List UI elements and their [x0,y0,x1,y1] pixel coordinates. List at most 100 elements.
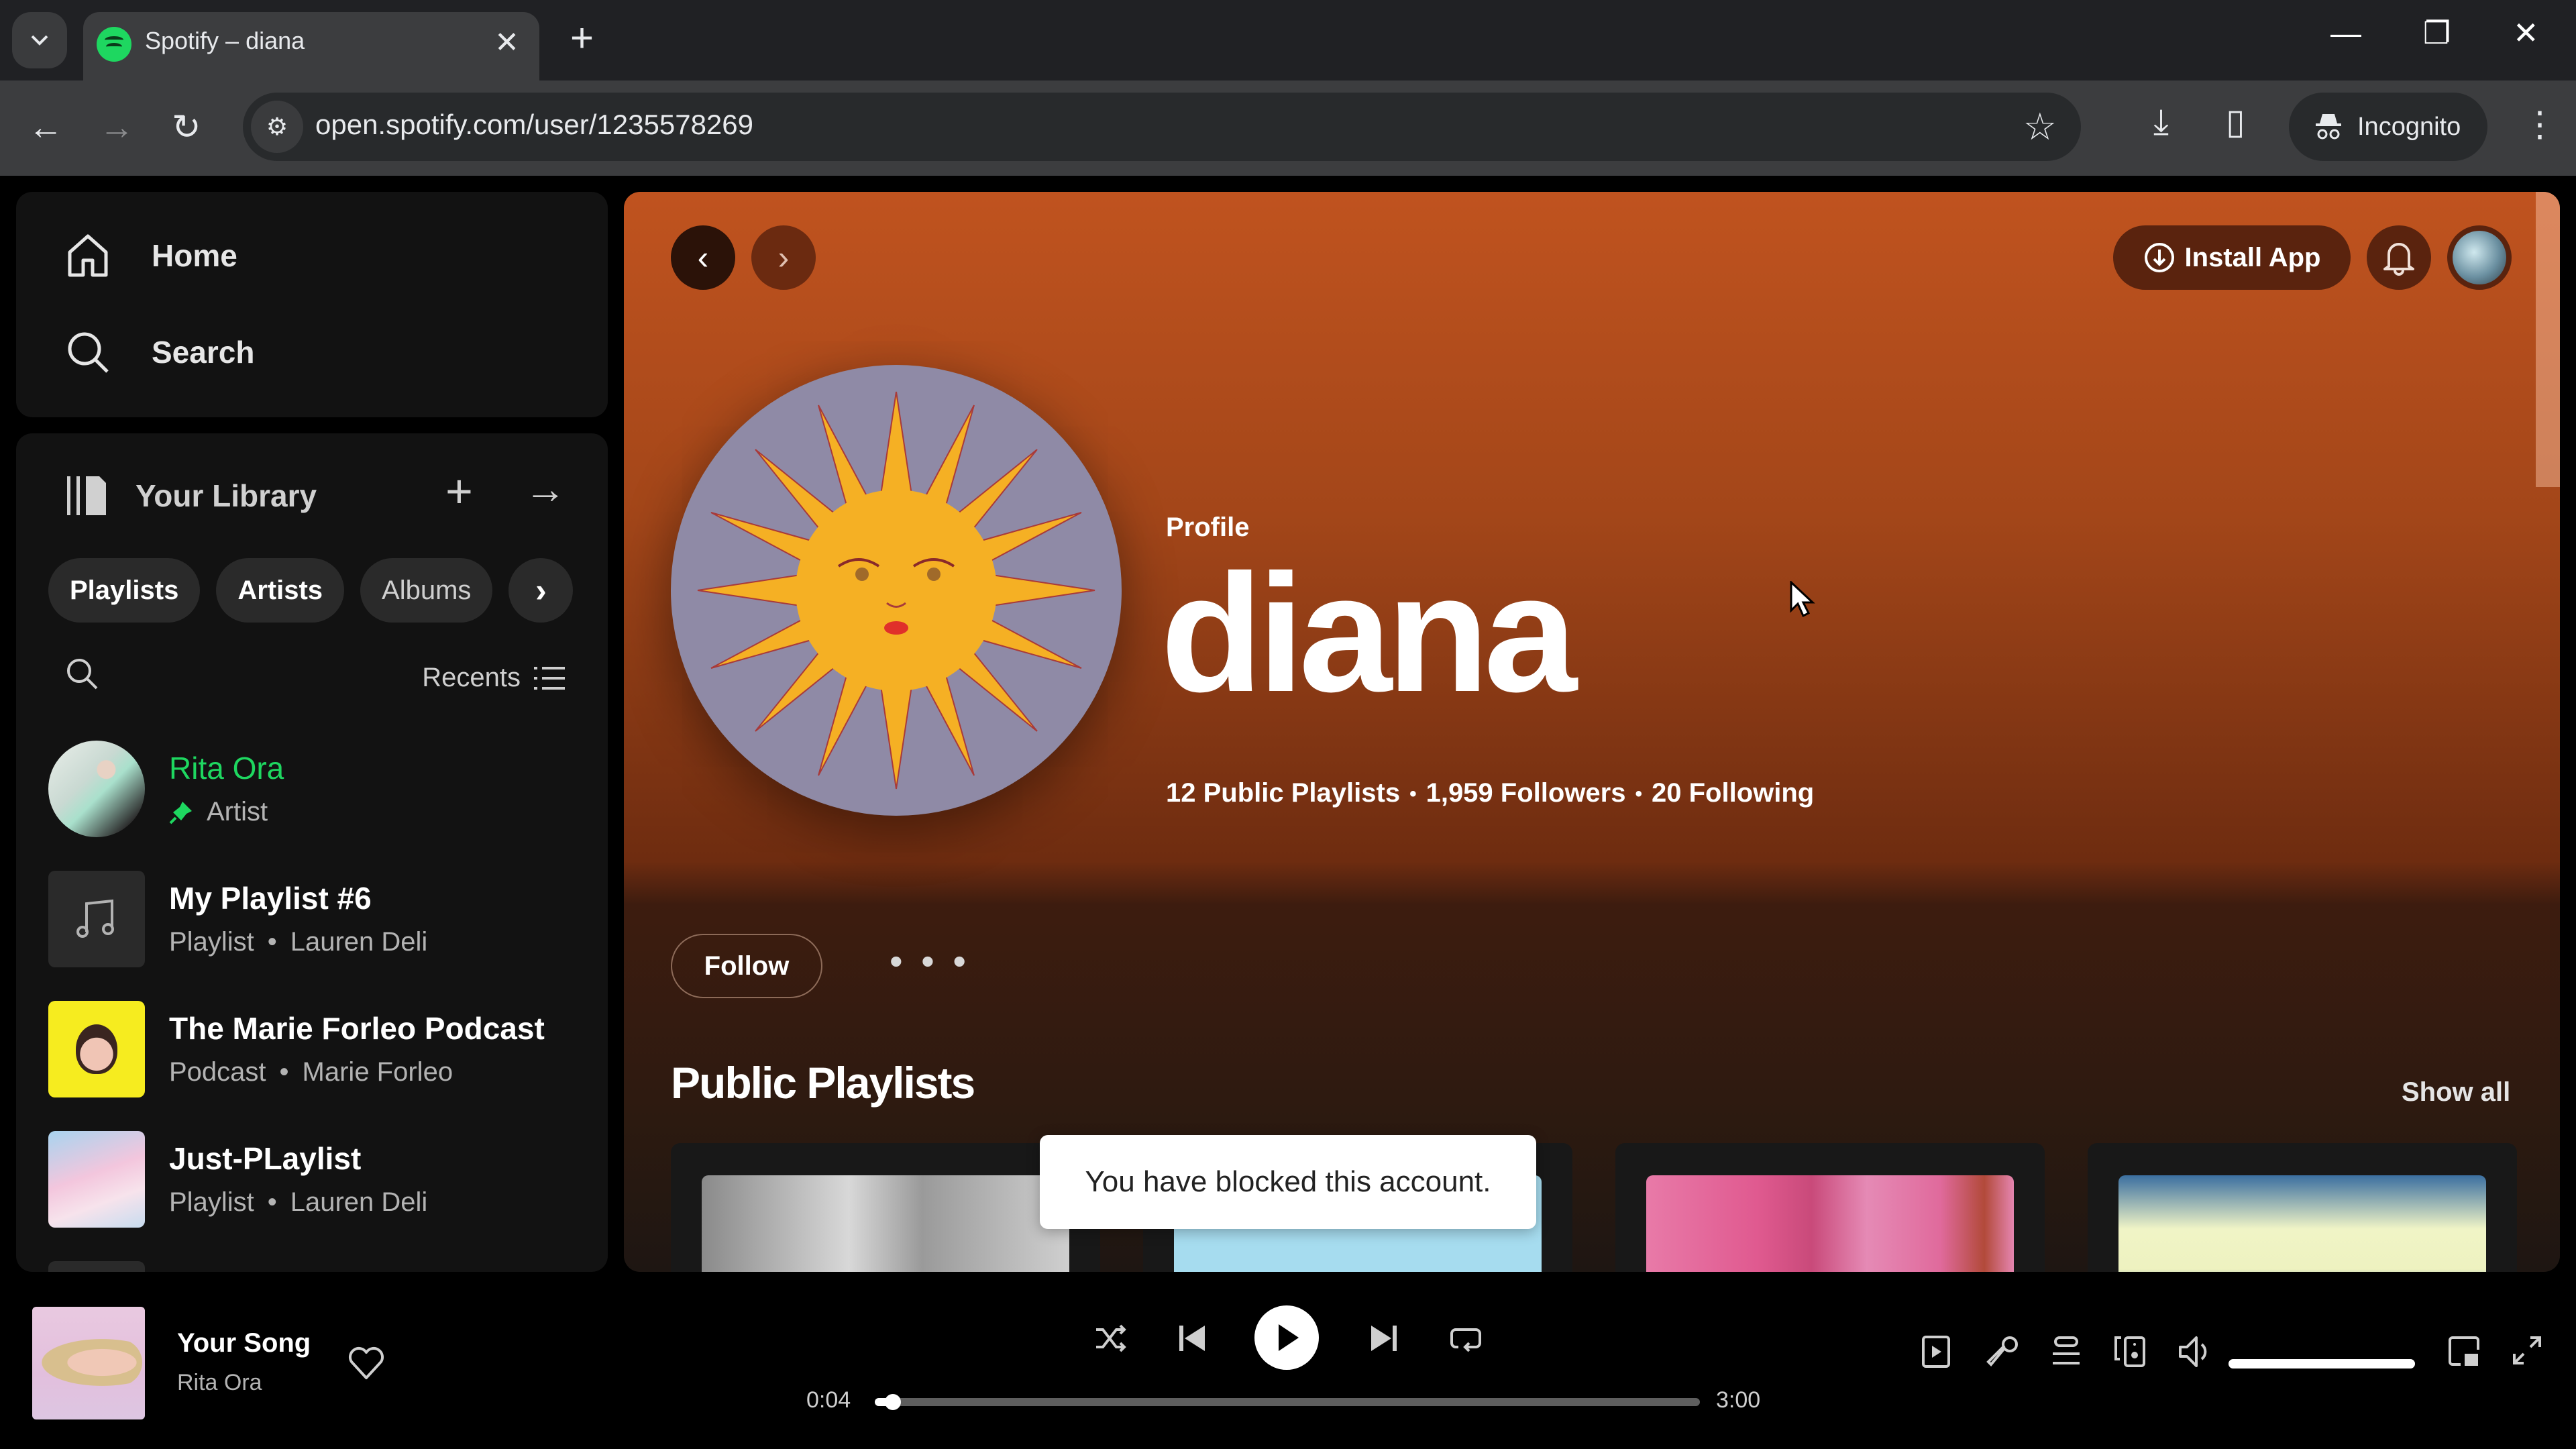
library-item-rita-ora[interactable]: Rita Ora Artist [48,741,585,840]
shuffle-icon[interactable] [1093,1322,1127,1355]
incognito-label: Incognito [2357,112,2461,141]
now-playing-title[interactable]: Your Song [177,1328,311,1358]
sidebar-item-search[interactable]: Search [64,329,254,376]
now-playing-view-icon[interactable] [1921,1335,1951,1368]
play-button[interactable] [1254,1305,1319,1370]
sidebar-item-label: Search [152,335,255,370]
url-text[interactable]: open.spotify.com/user/1235578269 [315,109,753,141]
track-duration: 3:00 [1716,1387,1761,1413]
notifications-button[interactable] [2367,225,2431,290]
sort-recents-button[interactable]: Recents [422,663,565,693]
pin-icon [169,801,192,824]
blocked-account-toast: You have blocked this account. [1040,1135,1536,1229]
progress-handle[interactable] [885,1394,902,1410]
filter-chip-playlists[interactable]: Playlists [48,558,201,623]
incognito-icon [2316,114,2341,140]
install-app-button[interactable]: Install App [2113,225,2351,290]
sidebar-item-label: Home [152,238,237,273]
minimize-icon[interactable]: — [2330,15,2361,51]
chevron-down-icon [31,35,48,46]
now-playing-cover[interactable] [32,1307,145,1419]
spotify-logo-icon [97,27,131,62]
follow-button[interactable]: Follow [671,934,822,998]
your-library-button[interactable]: Your Library [64,474,317,518]
podcast-cover [48,1001,145,1097]
library-item-marie-forleo-podcast[interactable]: The Marie Forleo Podcast Podcast • Marie… [48,1001,585,1100]
browser-toolbar: ← → ↻ ⚙ open.spotify.com/user/1235578269… [0,80,2576,176]
user-avatar-button[interactable] [2447,225,2512,290]
mouse-cursor-icon [1790,581,1815,618]
sidebar-item-home[interactable]: Home [64,232,237,279]
playlist-card[interactable] [1615,1143,2045,1272]
profile-main-view: ‹ › Install App Profile diana 12 Public … [624,192,2560,1272]
library-item-subtitle: Playlist • Lauren Deli [169,927,428,957]
tab-close-icon[interactable]: ✕ [494,25,519,60]
playback-progress-bar[interactable] [875,1394,1700,1410]
now-playing-bar: Your Song Rita Ora 0:04 3:00 [0,1279,2576,1449]
site-info-icon[interactable]: ⚙ [251,101,303,153]
like-heart-icon[interactable] [347,1346,385,1381]
filter-chip-albums[interactable]: Albums [360,558,493,623]
miniplayer-icon[interactable] [2447,1335,2481,1368]
download-circle-icon [2144,243,2174,272]
playlist-cover [702,1175,1069,1272]
following-count[interactable]: 20 Following [1652,778,1814,810]
browser-menu-icon[interactable]: ⋮ [2522,105,2557,145]
playlist-card[interactable] [2088,1143,2517,1272]
forward-arrow-icon[interactable]: → [99,107,134,148]
history-back-button[interactable]: ‹ [671,225,735,290]
connect-device-icon[interactable] [2113,1335,2147,1368]
public-playlists-count[interactable]: 12 Public Playlists [1166,778,1400,810]
show-all-link[interactable]: Show all [2402,1077,2510,1108]
incognito-badge[interactable]: Incognito [2289,93,2487,161]
library-search-icon[interactable] [63,655,101,692]
repeat-icon[interactable] [1449,1322,1483,1355]
volume-fill [2229,1359,2415,1368]
side-panel-icon[interactable]: ▯ [2226,102,2245,142]
queue-icon[interactable] [2050,1335,2082,1368]
create-playlist-plus-icon[interactable]: + [445,464,473,518]
library-item-partial [48,1261,145,1272]
volume-icon[interactable] [2178,1335,2212,1368]
restore-icon[interactable]: ❐ [2423,15,2451,51]
filter-chip-artists[interactable]: Artists [216,558,345,623]
sun-face-illustration [697,391,1095,790]
playlist-card[interactable] [671,1143,1100,1272]
library-item-subtitle: Playlist • Lauren Deli [169,1187,428,1217]
followers-count[interactable]: 1,959 Followers [1426,778,1626,810]
list-view-icon [534,666,565,690]
public-playlists-heading[interactable]: Public Playlists [671,1057,975,1108]
expand-library-arrow-icon[interactable]: → [525,466,566,513]
back-arrow-icon[interactable]: ← [28,107,63,148]
library-item-my-playlist-6[interactable]: My Playlist #6 Playlist • Lauren Deli [48,871,585,970]
elapsed-time: 0:04 [806,1387,851,1413]
bell-icon [2383,243,2414,276]
more-options-icon[interactable]: • • • [890,939,970,983]
chevron-right-icon[interactable]: › [508,558,574,623]
download-icon[interactable]: ⤓ [2153,102,2169,143]
browser-tab-active[interactable]: Spotify – diana ✕ [83,12,539,80]
sort-label: Recents [422,663,521,692]
library-item-just-playlist[interactable]: Just-PLaylist Playlist • Lauren Deli [48,1131,585,1230]
fullscreen-icon[interactable] [2512,1335,2542,1366]
tab-title: Spotify – diana [145,27,305,54]
library-item-title: Just-PLaylist [169,1141,362,1176]
artist-avatar [48,741,145,837]
volume-slider[interactable] [2229,1359,2415,1368]
main-scrollbar[interactable] [2536,192,2560,487]
previous-track-icon[interactable] [1175,1322,1209,1355]
new-tab-button[interactable]: + [570,15,594,61]
next-track-icon[interactable] [1367,1322,1401,1355]
now-playing-artist[interactable]: Rita Ora [177,1370,262,1396]
tab-search-button[interactable] [12,12,67,68]
lyrics-microphone-icon[interactable] [1986,1335,2019,1368]
profile-name-heading: diana [1161,539,1577,727]
playlist-cover [48,1131,145,1228]
history-forward-button[interactable]: › [751,225,816,290]
address-bar[interactable]: ⚙ open.spotify.com/user/1235578269 ☆ [243,93,2081,161]
close-window-icon[interactable]: ✕ [2513,15,2539,51]
bookmark-star-icon[interactable]: ☆ [2023,105,2057,149]
library-icon [67,476,106,515]
reload-icon[interactable]: ↻ [172,107,201,148]
play-icon [1279,1324,1299,1351]
